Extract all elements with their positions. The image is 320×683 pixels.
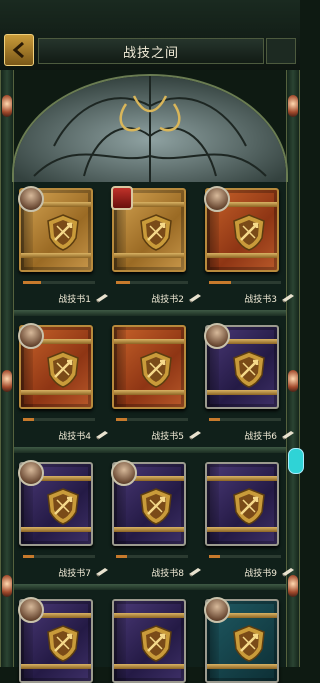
skill-book-label-row: 战技书7 xyxy=(23,555,109,582)
page-title: 战技之间 xyxy=(38,38,264,64)
skill-book-label-row: 战技书1 xyxy=(23,281,109,308)
book-progress-bar xyxy=(209,418,281,421)
scroll-icon[interactable] xyxy=(188,430,202,440)
back-arrow-icon xyxy=(12,41,24,59)
hero-portrait xyxy=(18,186,44,212)
scroll-icon[interactable] xyxy=(95,293,109,303)
skill-book-label-row: 战技书5 xyxy=(116,418,202,445)
book-strap xyxy=(114,390,184,395)
book-progress-bar xyxy=(23,555,95,558)
crossed-swords-shield-icon xyxy=(229,486,269,526)
skill-book-name: 战技书3 xyxy=(244,294,277,305)
scroll-icon[interactable] xyxy=(281,567,295,577)
book-progress-bar xyxy=(116,281,188,284)
header-bar: 战技之间 xyxy=(0,0,300,70)
faction-shield-icon xyxy=(111,186,133,210)
skill-book-name: 战技书8 xyxy=(151,568,184,579)
shelf-plank xyxy=(14,584,286,590)
header-ornament xyxy=(266,38,296,64)
book-strap xyxy=(207,527,277,532)
skill-book-name: 战技书4 xyxy=(58,431,91,442)
hero-portrait xyxy=(204,597,230,623)
book-strap xyxy=(207,476,277,481)
book-strap xyxy=(114,527,184,532)
book-progress-bar xyxy=(209,281,281,284)
hero-portrait xyxy=(204,323,230,349)
skill-book-label-row: 战技书3 xyxy=(209,281,295,308)
hero-portrait xyxy=(18,323,44,349)
skill-book-label-row: 战技书4 xyxy=(23,418,109,445)
skill-book-card[interactable] xyxy=(112,325,186,409)
crossed-swords-shield-icon xyxy=(136,212,176,252)
skill-book-name: 战技书6 xyxy=(244,431,277,442)
back-button[interactable] xyxy=(4,34,34,66)
scroll-icon[interactable] xyxy=(188,293,202,303)
lamp-icon xyxy=(2,95,12,117)
hero-portrait xyxy=(18,597,44,623)
book-strap xyxy=(114,253,184,258)
skill-book-name: 战技书1 xyxy=(58,294,91,305)
skill-book-label-row: 战技书8 xyxy=(116,555,202,582)
crossed-swords-shield-icon xyxy=(43,212,83,252)
crossed-swords-shield-icon xyxy=(43,623,83,663)
book-progress-bar xyxy=(23,418,95,421)
crossed-swords-shield-icon xyxy=(43,349,83,389)
scroll-icon[interactable] xyxy=(281,430,295,440)
skill-book-card[interactable] xyxy=(112,599,186,683)
shelf-plank xyxy=(14,447,286,453)
crossed-swords-shield-icon xyxy=(136,349,176,389)
crossed-swords-shield-icon xyxy=(229,349,269,389)
skill-book-name: 战技书5 xyxy=(151,431,184,442)
skill-book-name: 战技书7 xyxy=(58,568,91,579)
hero-portrait xyxy=(204,186,230,212)
book-strap xyxy=(21,527,91,532)
scroll-icon[interactable] xyxy=(95,567,109,577)
hero-portrait xyxy=(111,460,137,486)
book-strap xyxy=(114,339,184,344)
shelf-plank xyxy=(14,310,286,316)
scroll-icon[interactable] xyxy=(188,567,202,577)
skill-book-label-row: 战技书2 xyxy=(116,281,202,308)
book-progress-bar xyxy=(116,555,188,558)
book-strap xyxy=(207,253,277,258)
book-strap xyxy=(21,253,91,258)
skill-book-label-row: 战技书9 xyxy=(209,555,295,582)
side-chat-bubble[interactable] xyxy=(288,448,304,474)
skill-book-label-row: 战技书6 xyxy=(209,418,295,445)
book-progress-bar xyxy=(23,281,95,284)
skill-book-card[interactable] xyxy=(205,462,279,546)
lamp-icon xyxy=(288,95,298,117)
crossed-swords-shield-icon xyxy=(136,486,176,526)
crossed-swords-shield-icon xyxy=(136,623,176,663)
crossed-swords-shield-icon xyxy=(43,486,83,526)
book-strap xyxy=(21,390,91,395)
book-progress-bar xyxy=(116,418,188,421)
hero-portrait xyxy=(18,460,44,486)
skill-book-name: 战技书9 xyxy=(244,568,277,579)
book-progress-bar xyxy=(209,555,281,558)
crossed-swords-shield-icon xyxy=(229,212,269,252)
book-strap xyxy=(114,613,184,618)
lamp-icon xyxy=(288,370,298,392)
skill-book-name: 战技书2 xyxy=(151,294,184,305)
crossed-swords-shield-icon xyxy=(229,623,269,663)
lamp-icon xyxy=(2,575,12,597)
lamp-icon xyxy=(2,370,12,392)
scroll-icon[interactable] xyxy=(95,430,109,440)
book-strap xyxy=(207,390,277,395)
stained-glass-window xyxy=(12,74,288,182)
scroll-icon[interactable] xyxy=(281,293,295,303)
